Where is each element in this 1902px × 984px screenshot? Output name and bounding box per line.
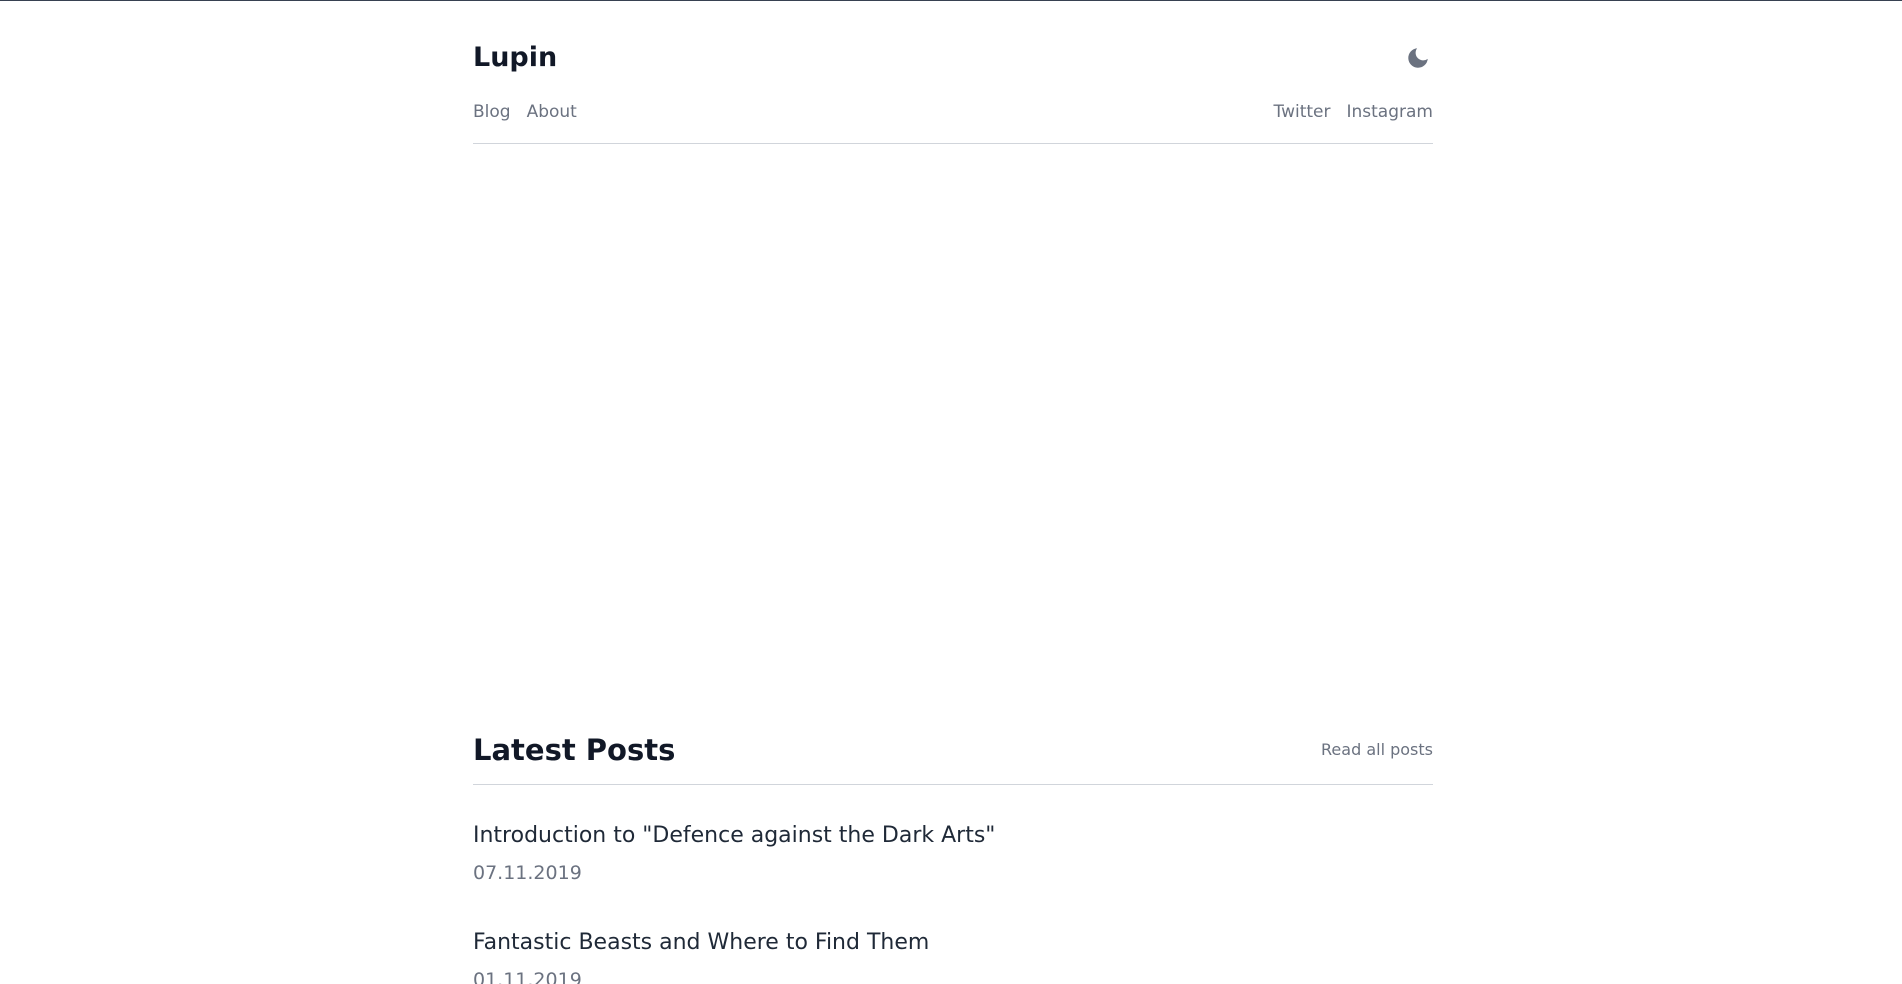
post-date: 01.11.2019 — [473, 969, 582, 984]
post-item: Introduction to "Defence against the Dar… — [473, 821, 1433, 886]
theme-toggle-button[interactable] — [1403, 43, 1433, 73]
post-date: 07.11.2019 — [473, 862, 582, 884]
nav-link-twitter[interactable]: Twitter — [1274, 100, 1331, 124]
header-divider — [473, 143, 1433, 144]
post-title-link[interactable]: Introduction to "Defence against the Dar… — [473, 821, 1433, 851]
primary-nav: Blog About — [473, 100, 577, 124]
latest-posts-heading: Latest Posts — [473, 733, 676, 767]
nav-link-instagram[interactable]: Instagram — [1347, 100, 1434, 124]
nav-link-blog[interactable]: Blog — [473, 100, 511, 124]
site-title[interactable]: Lupin — [473, 41, 557, 75]
read-all-posts-link[interactable]: Read all posts — [1321, 739, 1433, 761]
post-item: Fantastic Beasts and Where to Find Them … — [473, 928, 1433, 984]
posts-divider — [473, 784, 1433, 785]
nav-link-about[interactable]: About — [527, 100, 577, 124]
moon-icon — [1408, 48, 1428, 68]
social-nav: Twitter Instagram — [1274, 100, 1433, 124]
post-title-link[interactable]: Fantastic Beasts and Where to Find Them — [473, 928, 1433, 958]
